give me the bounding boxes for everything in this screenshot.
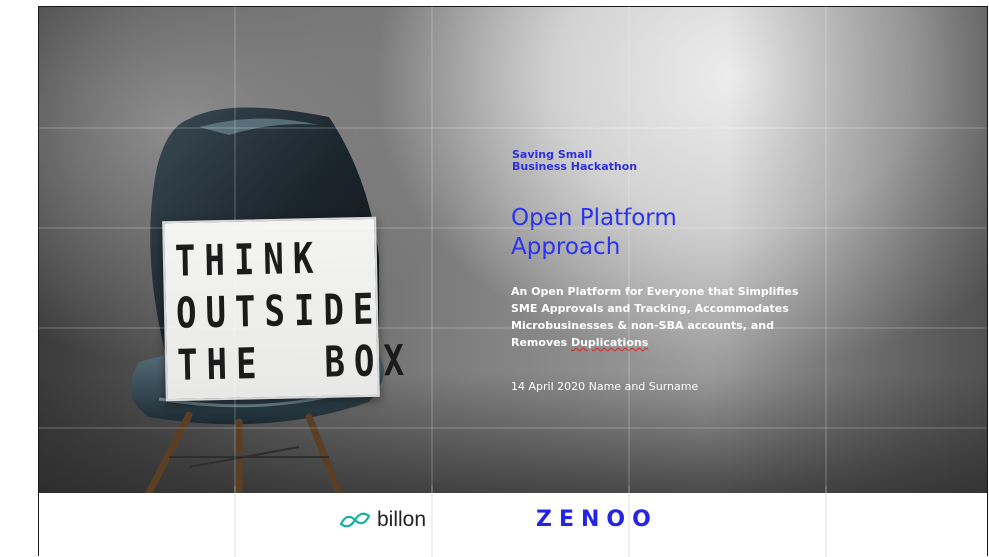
slide: THINK OUTSIDE THE BOX Saving Small Busin… (38, 6, 988, 556)
slide-title: Open Platform Approach (511, 205, 677, 260)
hackathon-title: Saving Small Business Hackathon (512, 148, 638, 173)
billon-infinity-icon (339, 512, 371, 528)
sign-line-1: THINK (174, 233, 323, 287)
background-photo: THINK OUTSIDE THE BOX Saving Small Busin… (39, 7, 987, 493)
zenoo-logo: ZENOO (536, 507, 658, 532)
lightbox-sign: THINK OUTSIDE THE BOX (162, 216, 413, 402)
slide-subtitle: An Open Platform for Everyone that Simpl… (511, 285, 799, 349)
date-author: 14 April 2020 Name and Surname (511, 380, 699, 393)
spellcheck-underlined-word: Duplications (570, 336, 649, 349)
billon-logo: billon (337, 505, 426, 535)
logo-footer: billon ZENOO (39, 493, 987, 556)
sign-line-3: THE BOX (176, 336, 414, 391)
sign-line-2: OUTSIDE (175, 284, 383, 339)
